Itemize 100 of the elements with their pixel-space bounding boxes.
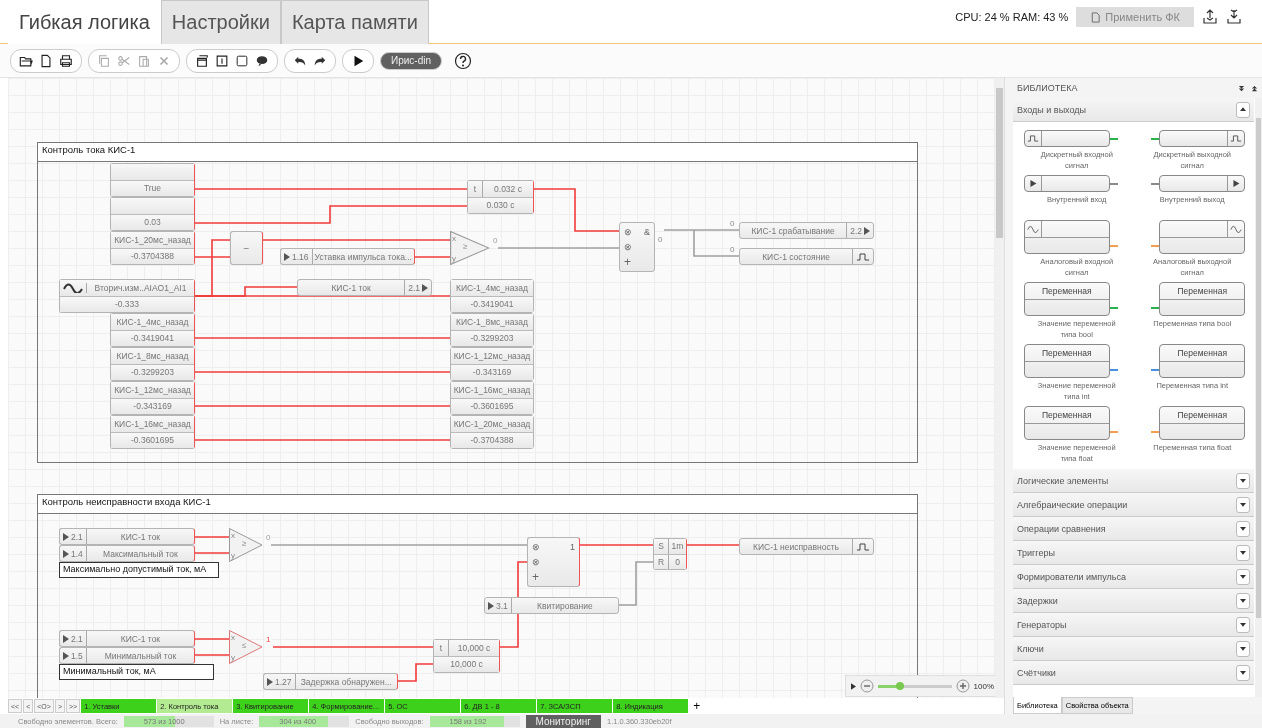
delay-block[interactable]: t 0.032 с 0.030 с bbox=[467, 180, 534, 214]
library-element[interactable]: Переменная bbox=[1023, 282, 1110, 316]
add-input-symbol[interactable]: + bbox=[532, 569, 539, 584]
expand-all-icon[interactable] bbox=[1251, 84, 1258, 92]
caret-icon[interactable] bbox=[1236, 640, 1250, 657]
variable-block[interactable]: КИС-1_12мс_назад -0.343169 bbox=[110, 381, 195, 415]
constant-block[interactable]: 0.03 bbox=[110, 197, 195, 231]
comparator-triangle[interactable] bbox=[229, 630, 263, 664]
input-reference-block[interactable]: 2.1 КИС-1 ток bbox=[59, 528, 195, 545]
element-header: Переменная bbox=[1176, 347, 1229, 358]
download-icon[interactable] bbox=[1226, 9, 1242, 25]
library-element[interactable]: Переменная bbox=[1159, 282, 1246, 316]
delay-value: 10,000 с bbox=[456, 642, 492, 653]
caret-icon[interactable] bbox=[1236, 568, 1250, 585]
input-symbol: ⊗ bbox=[532, 542, 540, 553]
input-reference-block[interactable]: 3.1 Квитирование bbox=[484, 597, 619, 614]
library-element[interactable] bbox=[1159, 220, 1246, 254]
discrete-output-block[interactable]: КИС-1 состояние bbox=[739, 248, 874, 265]
comparator-triangle[interactable] bbox=[229, 528, 263, 562]
upload-icon[interactable] bbox=[1202, 9, 1218, 25]
analog-input-block[interactable]: Вторич.изм..AIAO1_AI1 -0.333 bbox=[59, 279, 195, 313]
variable-name: КИС-1_12мс_назад bbox=[451, 348, 533, 365]
element-header: Переменная bbox=[1176, 285, 1229, 296]
caret-icon[interactable] bbox=[1236, 664, 1250, 681]
reference-number: 1.4 bbox=[60, 546, 87, 561]
variable-name: КИС-1_20мс_назад bbox=[451, 416, 533, 433]
pin-value: 0 bbox=[492, 236, 499, 245]
output-reference-block[interactable]: КИС-1 ток 2.1 bbox=[297, 279, 432, 296]
scrollbar[interactable] bbox=[995, 78, 1004, 698]
play-icon[interactable] bbox=[851, 682, 856, 690]
library-element[interactable] bbox=[1023, 220, 1110, 254]
scrollbar[interactable] bbox=[1255, 98, 1262, 697]
zoom-slider[interactable] bbox=[878, 684, 952, 688]
caret-icon[interactable] bbox=[1236, 520, 1250, 537]
variable-block[interactable]: КИС-1_4мс_назад -0.3419041 bbox=[450, 279, 534, 313]
add-input-symbol[interactable]: + bbox=[624, 254, 631, 269]
library-element[interactable] bbox=[1159, 130, 1246, 147]
input-reference-block[interactable]: 2.1 КИС-1 ток bbox=[59, 630, 195, 647]
main-tab[interactable]: Карта памяти bbox=[280, 0, 429, 44]
pin-value: 0 bbox=[265, 533, 272, 542]
element-header: Переменная bbox=[1040, 347, 1093, 358]
library-element[interactable] bbox=[1159, 175, 1246, 192]
mode-button[interactable]: Ирис-din bbox=[380, 51, 442, 70]
caret-icon[interactable] bbox=[1236, 496, 1250, 513]
library-section-header[interactable]: Триггеры bbox=[1013, 541, 1254, 565]
library-section-header[interactable]: Счётчики bbox=[1013, 661, 1254, 685]
caret-icon[interactable] bbox=[1236, 616, 1250, 633]
comparator-triangle[interactable] bbox=[450, 231, 490, 265]
variable-name: КИС-1_12мс_назад bbox=[111, 382, 194, 399]
variable-block[interactable]: КИС-1_8мс_назад -0.3299203 bbox=[110, 347, 195, 381]
input-reference-block[interactable]: 1.27 Задержка обнаружен... bbox=[263, 673, 398, 690]
variable-block[interactable]: КИС-1_8мс_назад -0.3299203 bbox=[450, 313, 534, 347]
comparison-sign: ≥ bbox=[463, 242, 468, 251]
zoom-in-icon[interactable] bbox=[955, 679, 970, 693]
reference-number: 2.2 bbox=[846, 223, 873, 238]
main-tab[interactable]: Настройки bbox=[160, 0, 281, 44]
library-section-header[interactable]: Задержки bbox=[1013, 589, 1254, 613]
library-element[interactable]: Переменная bbox=[1159, 344, 1246, 378]
delay-block[interactable]: t 10,000 с 10,000 с bbox=[433, 639, 500, 673]
variable-block[interactable]: КИС-1_20мс_назад -0.3704388 bbox=[110, 231, 195, 265]
input-reference-block[interactable]: 1.5 Минимальный ток bbox=[59, 647, 195, 664]
logic-block[interactable]: ⊗ & ⊗ + bbox=[619, 222, 655, 272]
reference-name: КИС-1 срабатывание bbox=[750, 225, 836, 236]
play-icon bbox=[267, 677, 273, 686]
subtract-block[interactable]: − bbox=[230, 231, 263, 265]
variable-block[interactable]: КИС-1_4мс_назад -0.3419041 bbox=[110, 313, 195, 347]
caret-icon[interactable] bbox=[1236, 472, 1250, 489]
collapse-all-icon[interactable] bbox=[1238, 84, 1245, 92]
library-element[interactable] bbox=[1023, 175, 1110, 192]
library-section-header[interactable]: Операции сравнения bbox=[1013, 517, 1254, 541]
variable-block[interactable]: КИС-1_20мс_назад -0.3704388 bbox=[450, 415, 534, 449]
output-name: КИС-1 неисправность bbox=[751, 541, 841, 552]
constant-block[interactable]: True bbox=[110, 163, 195, 197]
library-element[interactable]: Переменная bbox=[1023, 406, 1110, 440]
variable-block[interactable]: КИС-1_16мс_назад -0.3601695 bbox=[450, 381, 534, 415]
caret-icon[interactable] bbox=[1236, 592, 1250, 609]
input-reference-block[interactable]: 1.4 Максимальный ток bbox=[59, 545, 195, 562]
input-label: y bbox=[452, 254, 456, 263]
caret-icon[interactable] bbox=[1236, 101, 1250, 118]
variable-block[interactable]: КИС-1_12мс_назад -0.343169 bbox=[450, 347, 534, 381]
logic-block[interactable]: ⊗ 1 ⊗ + bbox=[527, 537, 580, 587]
library-element[interactable]: Переменная bbox=[1159, 406, 1246, 440]
add-sheet-button[interactable]: + bbox=[689, 699, 705, 713]
trigger-block[interactable]: S 1m R 0 bbox=[653, 538, 687, 570]
reference-name: Задержка обнаружен... bbox=[299, 676, 393, 687]
caret-icon[interactable] bbox=[1236, 544, 1250, 561]
output-reference-block[interactable]: КИС-1 срабатывание 2.2 bbox=[739, 222, 874, 239]
library-section-header[interactable]: Формирователи импульса bbox=[1013, 565, 1254, 589]
library-section-header[interactable]: Алгебраические операции bbox=[1013, 493, 1254, 517]
library-element[interactable]: Переменная bbox=[1023, 344, 1110, 378]
variable-block[interactable]: КИС-1_16мс_назад -0.3601695 bbox=[110, 415, 195, 449]
discrete-output-block[interactable]: КИС-1 неисправность bbox=[739, 538, 874, 555]
library-element[interactable] bbox=[1023, 130, 1110, 147]
library-section-header[interactable]: Генераторы bbox=[1013, 613, 1254, 637]
help-icon[interactable] bbox=[454, 51, 472, 70]
library-section-header[interactable]: Входы и выходы bbox=[1013, 98, 1254, 122]
input-reference-block[interactable]: 1.16 Уставка импульса тока... bbox=[280, 248, 415, 265]
library-section-header[interactable]: Ключи bbox=[1013, 637, 1254, 661]
print-icon[interactable] bbox=[57, 52, 75, 69]
library-section-header[interactable]: Логические элементы bbox=[1013, 469, 1254, 493]
